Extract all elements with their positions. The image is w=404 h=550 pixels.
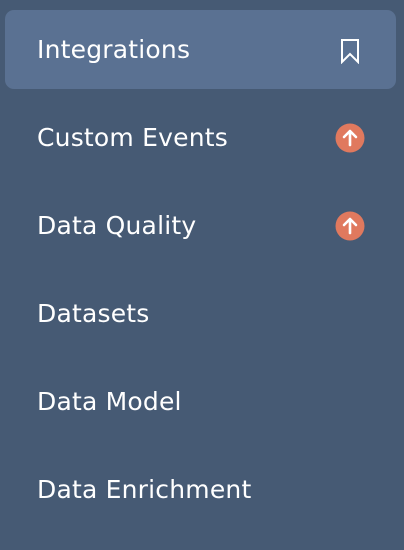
sidebar-item-integrations[interactable]: Integrations	[5, 10, 396, 89]
sidebar-item-label: Integrations	[37, 35, 191, 64]
sidebar-item-label: Data Enrichment	[37, 475, 252, 504]
upgrade-arrow-icon	[335, 123, 365, 153]
sidebar-item-data-enrichment[interactable]: Data Enrichment	[5, 450, 396, 529]
sidebar-item-label: Data Model	[37, 387, 182, 416]
sidebar-item-label: Custom Events	[37, 123, 228, 152]
sidebar-item-label: Data Quality	[37, 211, 197, 240]
sidebar-nav: Integrations Custom Events Data Quality …	[0, 0, 404, 550]
sidebar-item-custom-events[interactable]: Custom Events	[5, 98, 396, 177]
bookmark-icon[interactable]	[339, 38, 361, 64]
sidebar-item-data-model[interactable]: Data Model	[5, 362, 396, 441]
upgrade-arrow-icon	[335, 211, 365, 241]
sidebar-item-datasets[interactable]: Datasets	[5, 274, 396, 353]
sidebar-item-label: Datasets	[37, 299, 150, 328]
sidebar-item-data-quality[interactable]: Data Quality	[5, 186, 396, 265]
